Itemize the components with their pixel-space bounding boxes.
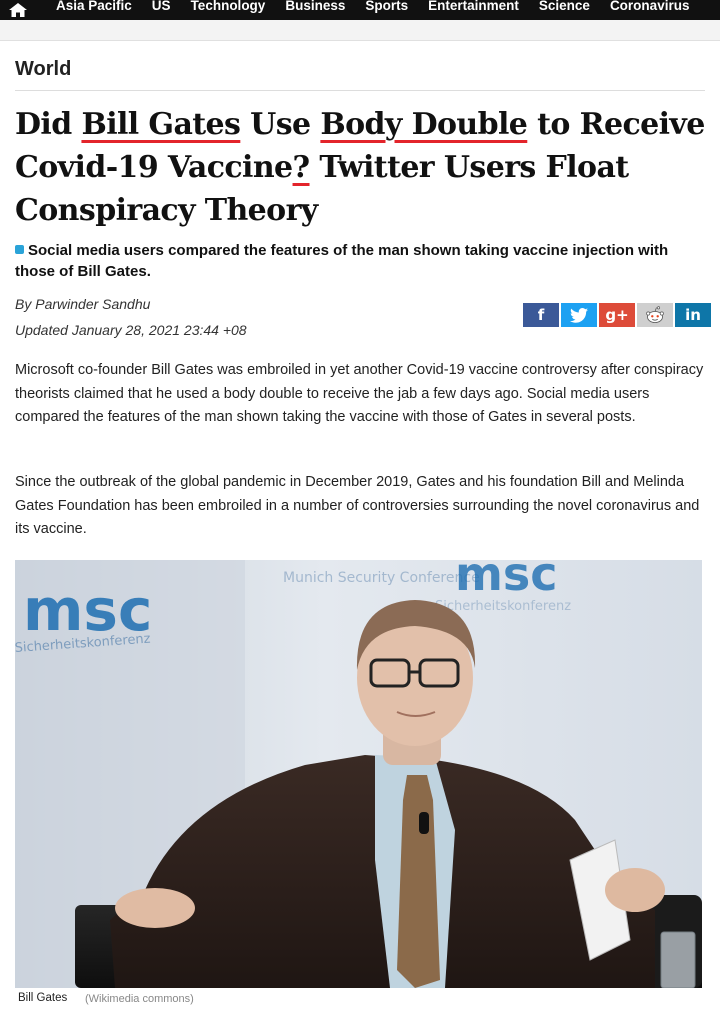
backdrop-text-right-2: Sicherheitskonferenz [435,599,571,614]
article-paragraph: Since the outbreak of the global pandemi… [15,474,700,537]
headline-part: Did [15,107,82,142]
article-subheadline: Social media users compared the features… [15,240,705,282]
googleplus-icon: g+ [605,306,629,324]
nav-item-asia-pacific[interactable]: Asia Pacific [56,0,132,16]
headline-part: Use [240,107,321,142]
twitter-bird-icon [570,307,588,323]
facebook-icon: f [537,306,545,324]
share-buttons: f g+ in [523,303,711,327]
nav-item-sports[interactable]: Sports [365,0,408,16]
nav-item-us[interactable]: US [152,0,171,16]
author-link[interactable]: Parwinder Sandhu [35,296,150,312]
nav-item-science[interactable]: Science [539,0,590,16]
reddit-share-button[interactable] [637,303,673,327]
section-label[interactable]: World [15,58,71,81]
subheadline-text: Social media users compared the features… [15,242,669,280]
backdrop-logo-right: msc [455,560,558,601]
nav-item-entertainment[interactable]: Entertainment [428,0,519,16]
facebook-share-button[interactable]: f [523,303,559,327]
photo-credit: (Wikimedia commons) [85,993,194,1005]
twitter-share-button[interactable] [561,303,597,327]
article-headline: Did Bill Gates Use Body Double to Receiv… [15,103,705,232]
photo-illustration: msc Sicherheitskonferenz Munich Security… [15,560,702,988]
home-button[interactable] [0,0,36,20]
backdrop-text-right: Munich Security Conference [283,570,480,586]
byline: By Parwinder Sandhu [15,296,150,312]
home-icon [9,3,27,17]
nav-item-business[interactable]: Business [285,0,345,16]
googleplus-share-button[interactable]: g+ [599,303,635,327]
photo-caption: Bill Gates [18,992,68,1004]
byline-prefix: By [15,296,32,312]
nav-item-coronavirus[interactable]: Coronavirus [610,0,690,16]
nav-item-technology[interactable]: Technology [191,0,266,16]
top-nav: Asia Pacific US Technology Business Spor… [0,0,720,20]
linkedin-icon: in [685,306,701,324]
headline-annotated-phrase: Body Double [320,107,528,142]
headline-annotated-phrase: ? [292,150,311,185]
bullet-icon [15,245,24,254]
article-photo: msc Sicherheitskonferenz Munich Security… [15,560,702,988]
headline-annotated-phrase: Bill Gates [81,107,241,142]
reddit-alien-icon [646,306,664,323]
updated-timestamp: Updated January 28, 2021 23:44 +08 [15,322,247,338]
section-divider [15,90,705,91]
sub-nav-bar [0,20,720,41]
article-paragraph: Microsoft co-founder Bill Gates was embr… [15,362,704,425]
linkedin-share-button[interactable]: in [675,303,711,327]
